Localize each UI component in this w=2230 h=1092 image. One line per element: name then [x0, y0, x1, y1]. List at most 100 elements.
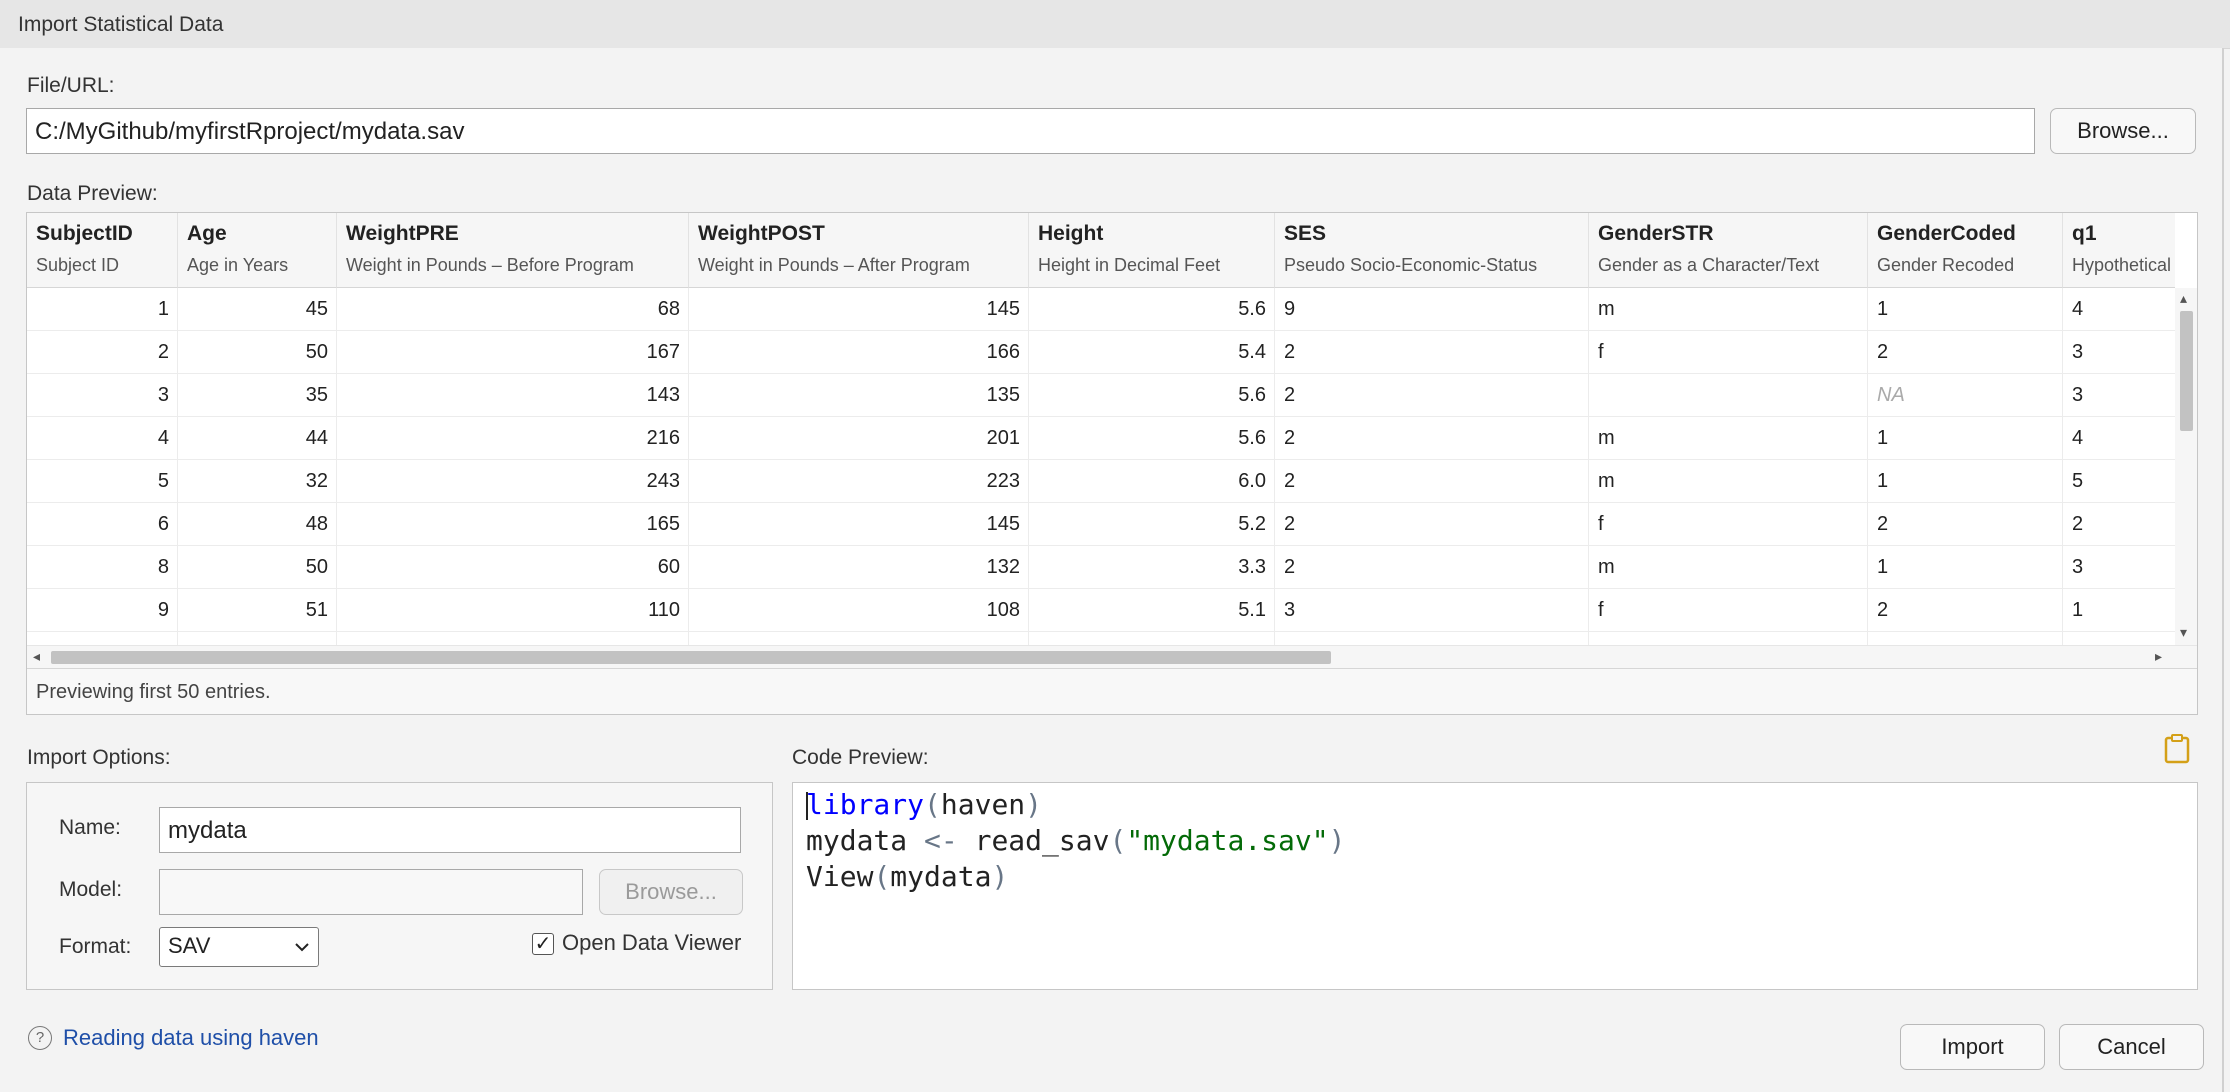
help-link[interactable]: Reading data using haven — [63, 1025, 319, 1051]
table-cell: f — [1589, 503, 1868, 546]
column-header[interactable]: q1 Hypothetical Q — [2063, 213, 2175, 288]
table-cell: 3 — [2063, 546, 2175, 589]
table-cell: 2 — [2063, 503, 2175, 546]
code-assign-op: <- — [924, 824, 958, 857]
code-paren: ) — [1025, 788, 1043, 821]
table-cell: 6 — [27, 503, 178, 546]
table-cell: 50 — [178, 546, 337, 589]
scroll-down-arrow-icon[interactable]: ▾ — [2180, 624, 2187, 641]
column-name: Age — [187, 222, 227, 245]
column-header[interactable]: SubjectID Subject ID — [27, 213, 178, 288]
cancel-button[interactable]: Cancel — [2059, 1024, 2204, 1070]
column-description: Gender as a Character/Text — [1598, 255, 1820, 275]
table-cell: 165 — [337, 503, 689, 546]
table-cell: 1 — [2063, 589, 2175, 632]
code-paren: ) — [1328, 824, 1346, 857]
table-cell: 1 — [27, 288, 178, 331]
data-preview-table: SubjectID Subject ID Age Age in Years Weight… — [26, 212, 2198, 715]
model-input[interactable] — [159, 869, 583, 915]
table-cell: 1 — [1868, 417, 2063, 460]
file-url-label: File/URL: — [27, 74, 115, 97]
table-cell: 4 — [27, 417, 178, 460]
table-cell: 44 — [178, 417, 337, 460]
column-header[interactable]: WeightPOST Weight in Pounds – After Progr… — [689, 213, 1029, 288]
table-cell: 35 — [178, 374, 337, 417]
model-label: Model: — [59, 878, 123, 901]
table-cell: 5.6 — [1029, 374, 1275, 417]
table-cell: 135 — [689, 374, 1029, 417]
table-cell: 108 — [689, 589, 1029, 632]
name-input[interactable]: mydata — [159, 807, 741, 853]
column-description: Weight in Pounds – Before Program — [346, 255, 634, 275]
title-bar: Import Statistical Data — [0, 0, 2230, 49]
file-browse-button[interactable]: Browse... — [2050, 108, 2196, 154]
code-var: mydata — [806, 824, 908, 857]
table-cell: 2 — [1275, 503, 1589, 546]
table-cell: 216 — [337, 417, 689, 460]
format-select-value: SAV — [168, 933, 211, 958]
table-cell: 2 — [1275, 546, 1589, 589]
format-select[interactable]: SAV — [159, 927, 319, 967]
data-preview-label: Data Preview: — [27, 182, 158, 205]
file-url-input[interactable]: C:/MyGithub/myfirstRproject/mydata.sav — [26, 108, 2035, 154]
scroll-left-arrow-icon[interactable]: ◂ — [33, 648, 40, 665]
horizontal-scrollbar[interactable]: ◂ ▸ — [27, 645, 2197, 668]
table-cell — [1589, 632, 1868, 645]
column-name: SubjectID — [36, 222, 133, 245]
table-cell: 60 — [337, 546, 689, 589]
table-cell: 5 — [2063, 460, 2175, 503]
table-cell — [1589, 374, 1868, 417]
copy-to-clipboard-icon[interactable] — [2164, 734, 2190, 764]
table-cell: 32 — [178, 460, 337, 503]
open-data-viewer-label[interactable]: Open Data Viewer — [562, 930, 741, 956]
table-cell: 166 — [689, 331, 1029, 374]
table-cell: 5.6 — [1029, 417, 1275, 460]
table-cell — [2063, 632, 2175, 645]
column-name: SES — [1284, 222, 1327, 245]
column-description: Subject ID — [36, 255, 120, 275]
table-cell: 143 — [337, 374, 689, 417]
table-cell: 110 — [337, 589, 689, 632]
column-header[interactable]: WeightPRE Weight in Pounds – Before Progr… — [337, 213, 689, 288]
code-arg: haven — [940, 788, 1026, 821]
scroll-up-arrow-icon[interactable]: ▴ — [2180, 290, 2187, 307]
column-header[interactable]: GenderCoded Gender Recoded — [1868, 213, 2063, 288]
format-label: Format: — [59, 935, 132, 958]
table-cell: 2 — [1275, 460, 1589, 503]
window-title: Import Statistical Data — [18, 13, 224, 36]
import-button[interactable]: Import — [1900, 1024, 2045, 1070]
table-cell: m — [1589, 546, 1868, 589]
help-icon[interactable]: ? — [28, 1026, 52, 1050]
chevron-down-icon — [295, 943, 309, 952]
table-cell: 48 — [178, 503, 337, 546]
table-cell: 5 — [27, 460, 178, 503]
table-cell — [1275, 632, 1589, 645]
code-line-3: View(mydata) — [806, 859, 2184, 895]
table-cell: 6.0 — [1029, 460, 1275, 503]
column-header[interactable]: Height Height in Decimal Feet — [1029, 213, 1275, 288]
code-paren: ) — [991, 860, 1009, 893]
horizontal-scroll-thumb[interactable] — [51, 651, 1331, 664]
vertical-scroll-thumb[interactable] — [2180, 311, 2193, 431]
open-data-viewer-checkbox[interactable]: ✓ — [532, 933, 554, 955]
scroll-right-arrow-icon[interactable]: ▸ — [2155, 648, 2162, 665]
column-name: WeightPOST — [698, 222, 825, 245]
table-cell — [27, 632, 178, 645]
table-cell: 2 — [1868, 503, 2063, 546]
column-header[interactable]: SES Pseudo Socio-Economic-Status — [1275, 213, 1589, 288]
table-cell: 9 — [1275, 288, 1589, 331]
column-header[interactable]: Age Age in Years — [178, 213, 337, 288]
table-cell: 2 — [1275, 417, 1589, 460]
table-cell: 5.4 — [1029, 331, 1275, 374]
table-cell: 3 — [2063, 374, 2175, 417]
model-browse-button[interactable]: Browse... — [599, 869, 743, 915]
table-cell: 201 — [689, 417, 1029, 460]
column-name: GenderCoded — [1877, 222, 2016, 245]
code-paren: ( — [924, 788, 941, 821]
vertical-scrollbar[interactable]: ▴ ▾ — [2175, 288, 2197, 645]
column-name: GenderSTR — [1598, 222, 1714, 245]
import-options-panel: Name: mydata Model: Browse... Format: SA… — [26, 782, 773, 990]
code-arg: mydata — [890, 860, 992, 893]
table-cell: 3.3 — [1029, 546, 1275, 589]
column-header[interactable]: GenderSTR Gender as a Character/Text — [1589, 213, 1868, 288]
